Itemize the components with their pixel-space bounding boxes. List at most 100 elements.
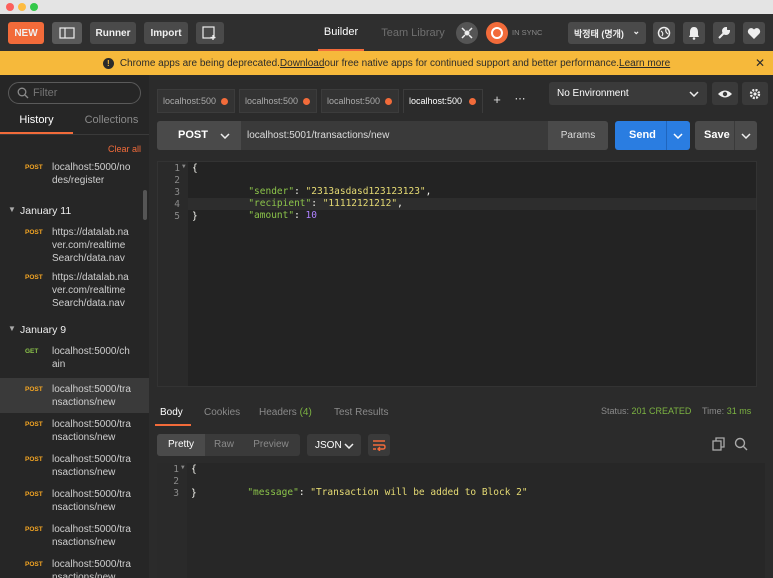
response-tab-headers[interactable]: Headers (4) [259,407,312,418]
close-banner-icon[interactable]: ✕ [755,56,765,70]
maximize-window-icon[interactable] [30,3,38,11]
new-window-button[interactable] [196,22,224,44]
time-label: Time: [702,406,725,416]
params-button[interactable]: Params [548,121,608,150]
search-icon [17,87,29,99]
manage-environments-button[interactable] [742,82,768,105]
view-raw-button[interactable]: Raw [205,434,243,456]
history-url: localhost:5000/nodes/register [52,162,131,186]
method-badge: POST [25,386,43,393]
history-item[interactable]: POST localhost:5000/transactions/new [0,418,149,452]
notifications-button[interactable] [683,22,705,44]
globe-button[interactable] [653,22,675,44]
learn-more-link[interactable]: Learn more [619,58,670,69]
sidebar-layout-icon [59,27,75,39]
history-url: localhost:5000/chain [52,346,130,370]
sidebar-divider [0,134,149,135]
wrap-lines-button[interactable] [368,434,390,456]
method-badge: POST [25,456,43,463]
environment-quick-look-button[interactable] [712,82,738,105]
view-pretty-button[interactable]: Pretty [157,434,205,456]
minimize-window-icon[interactable] [18,3,26,11]
history-item[interactable]: POST localhost:5000/transactions/new [0,488,149,522]
history-item[interactable]: POST https://datalab.naver.com/realtimeS… [0,226,149,270]
code-line: } [191,488,197,499]
send-button[interactable]: Send [615,121,690,150]
tab-builder[interactable]: Builder [318,14,364,51]
filter-field[interactable] [8,82,141,104]
history-item[interactable]: POST https://datalab.naver.com/realtimeS… [0,271,149,315]
send-divider [666,121,667,150]
response-tab-test-results[interactable]: Test Results [334,407,388,418]
user-name: 박정태 (명개) [574,28,624,39]
search-response-button[interactable] [734,437,750,453]
history-item[interactable]: POST localhost:5000/transactions/new [0,453,149,487]
headers-count: (4) [299,407,312,418]
environment-select[interactable]: No Environment [549,82,707,105]
json-punct: , [397,198,403,209]
copy-response-button[interactable] [712,437,728,453]
history-group-header[interactable]: ▼ January 9 [0,323,149,339]
toggle-sidebar-button[interactable] [52,22,82,44]
response-body-viewer[interactable]: 1 ▼ { 2 "message": "Transaction will be … [157,463,765,578]
clear-all-link[interactable]: Clear all [108,144,141,154]
fold-icon[interactable]: ▼ [182,163,186,170]
format-value: JSON [315,440,342,451]
method-badge: GET [25,348,39,355]
user-menu-button[interactable]: 박정태 (명개) ⌄ [568,22,646,44]
save-label: Save [704,129,730,141]
runner-button[interactable]: Runner [90,22,136,44]
history-item[interactable]: POST localhost:5000/nodes/register [0,161,149,191]
import-button[interactable]: Import [144,22,188,44]
tab-history[interactable]: History [0,112,73,134]
line-number: 3 [173,488,179,499]
code-line: } [192,211,198,222]
history-url: https://datalab.naver.com/realtimeSearch… [52,227,129,264]
fold-icon[interactable]: ▼ [181,464,185,471]
tab-team-library[interactable]: Team Library [378,14,448,51]
search-icon [734,437,748,451]
request-tab[interactable]: localhost:500 [321,89,399,113]
interceptor-button[interactable] [456,22,478,44]
method-badge: POST [25,421,43,428]
save-button[interactable]: Save [695,121,757,150]
filter-input[interactable] [33,86,133,100]
history-url: https://datalab.naver.com/realtimeSearch… [52,272,129,309]
chevron-down-icon [689,91,699,97]
headers-label: Headers [259,407,297,418]
history-item[interactable]: POST localhost:5000/transactions/new [0,523,149,557]
chevron-down-icon[interactable] [741,133,751,139]
history-item[interactable]: POST localhost:5000/transactions/new [0,558,149,578]
deprecation-banner: ! Chrome apps are being deprecated. Down… [0,51,773,75]
method-select[interactable]: POST [157,121,241,150]
sync-icon[interactable] [486,22,508,44]
more-tabs-button[interactable]: ⋯ [509,89,531,113]
new-button[interactable]: NEW [8,22,44,44]
response-tab-body[interactable]: Body [160,407,183,418]
close-window-icon[interactable] [6,3,14,11]
url-input[interactable] [247,127,537,144]
history-url: localhost:5000/transactions/new [52,524,131,548]
history-item-selected[interactable]: POST localhost:5000/transactions/new [0,378,149,413]
format-select[interactable]: JSON [307,434,361,456]
wrench-icon [718,26,731,39]
request-tab[interactable]: localhost:500 [239,89,317,113]
request-tab-active[interactable]: localhost:500 [403,89,483,113]
favorites-button[interactable] [743,22,765,44]
line-number: 3 [174,187,180,198]
response-tab-cookies[interactable]: Cookies [204,407,240,418]
history-item[interactable]: GET localhost:5000/chain [0,345,149,377]
response-tab-body-underline [155,424,191,426]
history-url: localhost:5000/transactions/new [52,454,131,478]
request-tab[interactable]: localhost:500 [157,89,235,113]
tab-collections[interactable]: Collections [74,112,149,134]
tab-label: localhost:500 [245,96,299,106]
add-tab-button[interactable]: + [487,89,507,113]
download-link[interactable]: Download [280,58,324,69]
view-preview-button[interactable]: Preview [245,434,297,456]
history-group-header[interactable]: ▼ January 11 [0,204,149,220]
settings-button[interactable] [713,22,735,44]
response-time: Time: 31 ms [702,406,751,416]
request-body-editor[interactable]: 1 ▼ { 2 "sender": "2313asdasd123123123",… [157,161,757,387]
chevron-down-icon[interactable] [673,133,683,139]
